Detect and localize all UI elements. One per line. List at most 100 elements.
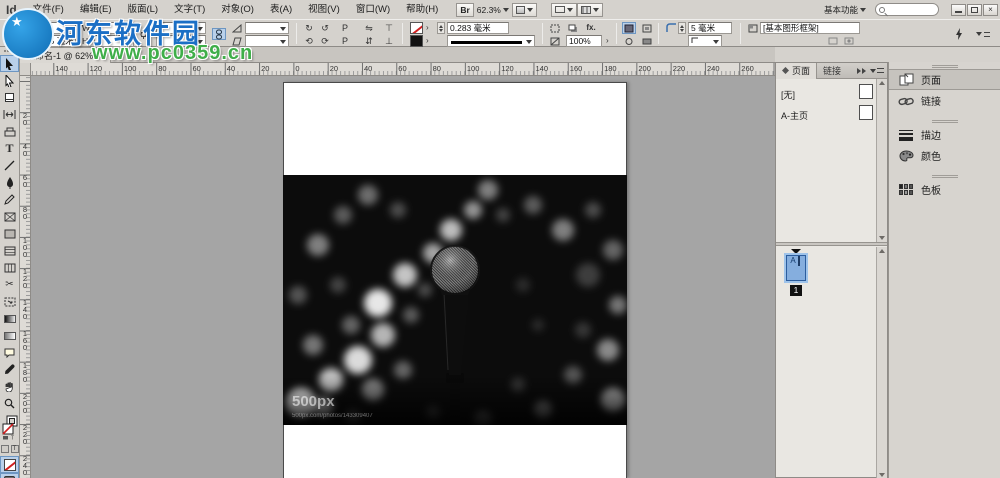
h-field[interactable] — [94, 35, 134, 47]
pages-panel-menu-icon[interactable] — [870, 68, 884, 73]
flip-horizontal-icon[interactable]: ⇋ — [362, 22, 376, 34]
toolbar-drag-handle[interactable] — [0, 47, 19, 55]
wrap-none-icon[interactable] — [826, 35, 840, 47]
paragraph-style-icon[interactable]: P — [338, 22, 352, 34]
corner-radius-stepper[interactable] — [678, 22, 686, 34]
corner-shape-dropdown[interactable] — [688, 35, 722, 47]
stroke-weight-stepper[interactable] — [437, 22, 445, 34]
dock-item-swatches[interactable]: 色板 — [889, 179, 1000, 200]
dock-group-grip[interactable] — [889, 117, 1000, 124]
horizontal-grid-tool[interactable] — [0, 242, 19, 259]
document-tab[interactable]: 未命名-1 @ 62% × — [19, 47, 111, 63]
drop-shadow-icon[interactable] — [566, 22, 580, 34]
paragraph-style-alt-icon[interactable]: P — [338, 35, 352, 47]
flip-vertical-icon[interactable]: ⇵ — [362, 35, 376, 47]
fill-frame-proportionally-button[interactable] — [622, 22, 636, 34]
menu-help[interactable]: 帮助(H) — [398, 0, 446, 19]
stroke-weight-field[interactable]: 0.283 毫米 — [447, 22, 509, 34]
document-close-icon[interactable]: × — [99, 51, 104, 61]
menu-view[interactable]: 视图(V) — [300, 0, 348, 19]
object-style-dropdown[interactable]: [基本图形框架] — [760, 22, 860, 34]
type-tool[interactable]: T — [0, 140, 19, 157]
reference-point-proxy[interactable] — [3, 27, 17, 41]
gradient-feather-tool[interactable] — [0, 327, 19, 344]
dock-item-links[interactable]: 链接 — [889, 90, 1000, 111]
menu-object[interactable]: 对象(O) — [213, 0, 262, 19]
center-content-button[interactable] — [622, 35, 636, 47]
arrange-documents-button[interactable] — [577, 3, 603, 17]
y-field[interactable]: 256.5 毫米 — [30, 35, 76, 47]
constrain-dimensions-icon[interactable] — [136, 28, 150, 40]
align-top-icon[interactable]: ⊤ — [382, 22, 396, 34]
scroll-up-icon[interactable] — [879, 249, 885, 253]
scale-y-field[interactable] — [156, 35, 206, 47]
search-input[interactable] — [887, 5, 931, 14]
page-1-thumbnail[interactable]: A — [786, 255, 806, 281]
pasteboard[interactable]: 500px 500px.com/photos/143309407 — [31, 76, 775, 478]
tab-pages[interactable]: 页面 — [776, 63, 817, 79]
menu-file[interactable]: 文件(F) — [25, 0, 72, 19]
rotation-angle-field[interactable] — [245, 22, 289, 34]
rotate-90-icon[interactable]: ⟳ — [318, 35, 332, 47]
menu-layout[interactable]: 版面(L) — [119, 0, 166, 19]
tab-links[interactable]: 链接 — [817, 63, 847, 79]
content-collector-tool[interactable] — [0, 123, 19, 140]
selection-tool[interactable] — [0, 55, 19, 72]
view-options-button[interactable] — [512, 3, 537, 17]
master-none-thumbnail[interactable] — [859, 84, 873, 99]
screen-mode-normal-button[interactable] — [0, 473, 19, 478]
note-tool[interactable] — [0, 344, 19, 361]
menu-type[interactable]: 文字(T) — [166, 0, 213, 19]
scroll-down-icon[interactable] — [879, 236, 885, 240]
master-a-thumbnail[interactable] — [859, 105, 873, 120]
menu-table[interactable]: 表(A) — [262, 0, 300, 19]
pen-tool[interactable] — [0, 174, 19, 191]
close-button[interactable]: × — [983, 4, 998, 16]
fill-color-swatch[interactable] — [410, 35, 423, 47]
quick-apply-icon[interactable] — [952, 28, 966, 40]
vertical-grid-tool[interactable] — [0, 259, 19, 276]
hand-tool[interactable] — [0, 378, 19, 395]
stroke-swatch-arrow-icon[interactable]: › — [426, 22, 429, 34]
dock-group-grip[interactable] — [889, 62, 1000, 69]
w-field[interactable] — [94, 22, 134, 34]
shear-angle-field[interactable] — [245, 35, 289, 47]
horizontal-ruler[interactable]: 1401201008060402002040608010012014016018… — [31, 63, 775, 76]
opacity-arrow-icon[interactable]: › — [606, 35, 609, 47]
page-1-number[interactable]: 1 — [790, 285, 802, 296]
panel-menu-icon[interactable] — [976, 28, 990, 40]
x-field[interactable] — [30, 22, 76, 34]
master-none-label[interactable]: [无] — [781, 88, 795, 101]
workspace-switcher[interactable]: 基本功能 — [821, 3, 869, 17]
collapse-panel-icon[interactable] — [856, 68, 866, 74]
rotate-180-icon[interactable]: ⟲ — [302, 35, 316, 47]
placed-photo-microphone-bokeh[interactable]: 500px 500px.com/photos/143309407 — [283, 175, 627, 425]
align-bottom-icon[interactable]: ⊥ — [382, 35, 396, 47]
minimize-button[interactable] — [951, 4, 966, 16]
zoom-tool[interactable] — [0, 395, 19, 412]
corner-radius-field[interactable]: 5 毫米 — [688, 22, 732, 34]
fit-content-to-frame-button[interactable] — [640, 22, 654, 34]
dock-group-grip[interactable] — [889, 172, 1000, 179]
constrain-scale-icon[interactable] — [212, 28, 226, 40]
effects-button[interactable]: fx. — [584, 22, 598, 34]
pencil-tool[interactable] — [0, 191, 19, 208]
fill-swatch-arrow-icon[interactable]: › — [426, 35, 429, 47]
rectangle-tool[interactable] — [0, 225, 19, 242]
eyedropper-tool[interactable] — [0, 361, 19, 378]
scissors-tool[interactable]: ✂ — [0, 276, 19, 293]
fill-stroke-proxy[interactable]: T — [0, 412, 19, 442]
restore-button[interactable] — [967, 4, 982, 16]
rotate-ccw-icon[interactable]: ↺ — [318, 22, 332, 34]
masters-scrollbar[interactable] — [876, 79, 887, 242]
page-tool[interactable] — [0, 89, 19, 106]
formatting-affects-container-icon[interactable] — [1, 445, 9, 453]
rectangle-frame-tool[interactable] — [0, 208, 19, 225]
screen-mode-button[interactable] — [551, 3, 577, 17]
scroll-up-icon[interactable] — [879, 81, 885, 85]
vertical-ruler[interactable]: 20406080100120140160180200220240 — [20, 76, 31, 478]
rotate-cw-icon[interactable]: ↻ — [302, 22, 316, 34]
dock-item-stroke[interactable]: 描边 — [889, 124, 1000, 145]
free-transform-tool[interactable] — [0, 293, 19, 310]
pages-panel-splitter[interactable] — [776, 242, 887, 246]
